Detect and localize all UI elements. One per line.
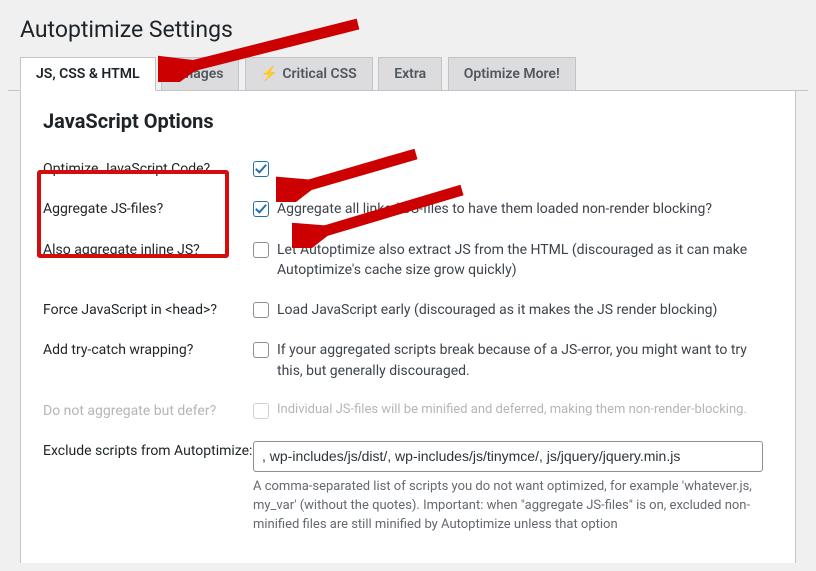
try-catch-checkbox[interactable] — [253, 342, 269, 358]
force-head-checkbox[interactable] — [253, 302, 269, 318]
tab-optimize-more[interactable]: Optimize More! — [448, 57, 576, 90]
tabs: JS, CSS & HTML Images ⚡Critical CSS Extr… — [8, 57, 808, 91]
exclude-label: Exclude scripts from Autoptimize: — [43, 431, 253, 545]
try-catch-label: Add try-catch wrapping? — [43, 330, 253, 391]
optimize-js-label: Optimize JavaScript Code? — [43, 149, 253, 189]
inline-js-desc: Let Autoptimize also extract JS from the… — [277, 240, 773, 281]
aggregate-js-checkbox[interactable] — [253, 201, 269, 217]
options-table: Optimize JavaScript Code? Aggregate JS-f… — [43, 149, 773, 545]
aggregate-js-desc: Aggregate all linked JS-files to have th… — [277, 199, 712, 219]
settings-panel: JavaScript Options Optimize JavaScript C… — [20, 91, 796, 563]
tab-critical-css[interactable]: ⚡Critical CSS — [245, 57, 373, 90]
tab-extra[interactable]: Extra — [378, 57, 442, 90]
inline-js-checkbox[interactable] — [253, 242, 269, 258]
defer-js-checkbox — [253, 403, 269, 419]
optimize-js-checkbox[interactable] — [253, 161, 269, 177]
tab-js-css-html[interactable]: JS, CSS & HTML — [20, 57, 156, 91]
tab-images[interactable]: Images — [161, 57, 239, 90]
inline-js-label: Also aggregate inline JS? — [43, 230, 253, 291]
exclude-desc: A comma-separated list of scripts you do… — [253, 478, 773, 535]
defer-js-label: Do not aggregate but defer? — [43, 391, 253, 431]
page-title: Autoptimize Settings — [8, 8, 808, 57]
lightning-icon: ⚡ — [261, 66, 278, 82]
exclude-input[interactable] — [253, 441, 763, 472]
tab-label: Critical CSS — [282, 66, 356, 82]
force-head-label: Force JavaScript in <head>? — [43, 290, 253, 330]
force-head-desc: Load JavaScript early (discouraged as it… — [277, 300, 717, 320]
try-catch-desc: If your aggregated scripts break because… — [277, 340, 773, 381]
section-title: JavaScript Options — [43, 109, 773, 133]
aggregate-js-label: Aggregate JS-files? — [43, 189, 253, 229]
defer-js-desc: Individual JS-files will be minified and… — [277, 401, 747, 420]
